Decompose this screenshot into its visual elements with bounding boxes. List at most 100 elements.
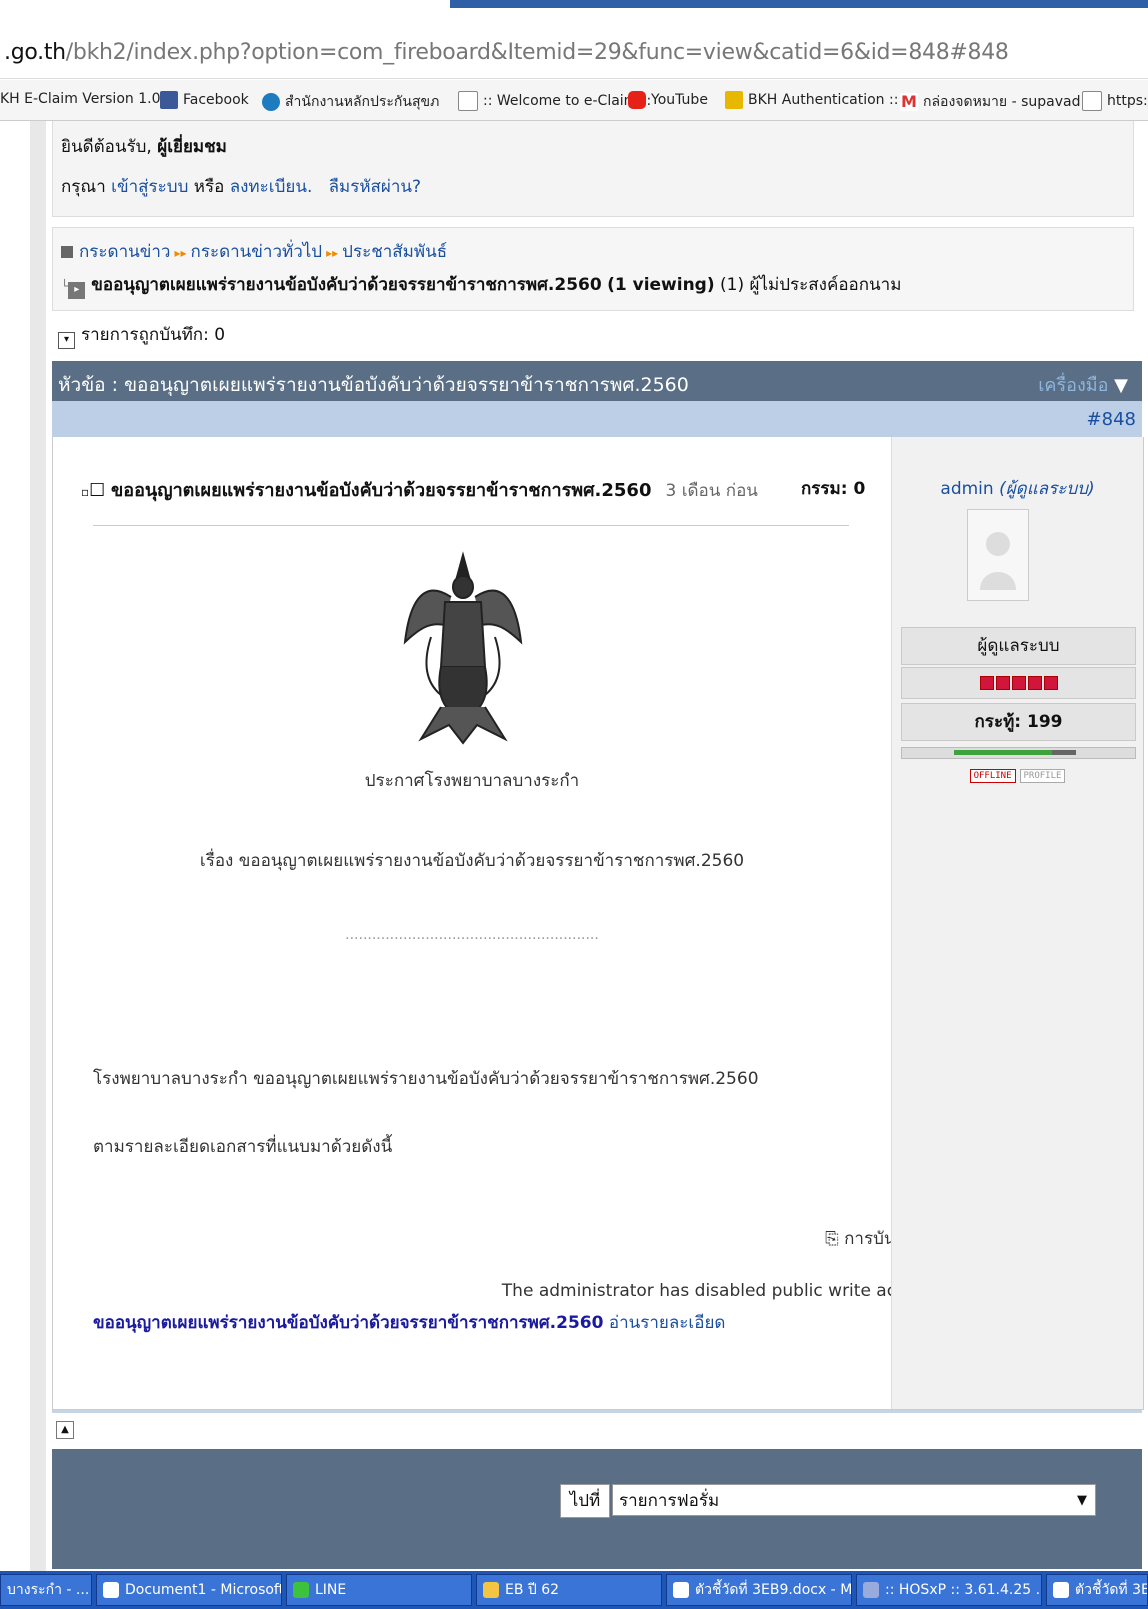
arrow-icon: ▸▸ [174,246,187,260]
url-host: .go.th [4,40,66,65]
bookmark-gmail[interactable]: M กล่องจดหมาย - supavad [900,91,1080,113]
activity-rest [1052,750,1076,755]
breadcrumb-general[interactable]: กระดานข่าวทั่วไป [191,242,323,262]
gmail-icon: M [900,92,918,111]
taskbar-item[interactable]: ตัวชี้วัดที่ 3EB9.docx - Mi... [666,1574,852,1606]
forum-footer: ไปที่ รายการฟอรั่ม ▼ [52,1449,1142,1569]
avatar[interactable] [967,509,1029,601]
taskbar-label: Document1 - Microsoft ... [125,1582,282,1598]
subject-line: เรื่อง ขออนุญาตเผยแพร่รายงานข้อบังคับว่า… [199,851,745,871]
select-value: รายการฟอรั่ม [619,1491,720,1511]
taskbar-label: บางระกำ - ... [7,1582,90,1598]
active-tab[interactable] [450,0,1148,8]
taskbar-item[interactable]: ตัวชี้วัดที่ 3E [1046,1574,1148,1606]
bookmark-label: สำนักงานหลักประกันสุขภ [285,94,440,110]
guest-count: (1) ผู้ไม่ประสงค์ออกนาม [720,275,902,295]
attachment-line: ขออนุญาตเผยแพร่รายงานข้อบังคับว่าด้วยจรร… [93,1309,725,1336]
author-rank: ผู้ดูแลระบบ [901,627,1136,665]
write-disabled-note: The administrator has disabled public wr… [501,1281,939,1301]
profile-button[interactable]: PROFILE [1019,769,1066,783]
welcome-box: ยินดีต้อนรับ, ผู้เยี่ยมชม กรุณา เข้าสู่ร… [52,121,1134,217]
bookmark-facebook[interactable]: Facebook [160,91,249,109]
breadcrumb-path: กระดานข่าว ▸▸ กระดานข่าวทั่วไป ▸▸ ประชาสัมพั… [61,238,447,265]
nhso-icon [262,93,280,111]
word-icon [103,1582,119,1598]
divider [93,525,849,526]
bookmark-label: KH E-Claim Version 1.0 [0,91,161,107]
lock-icon [725,91,743,109]
post-icon: ▫ [81,485,90,499]
taskbar-item[interactable]: บางระกำ - ... [0,1574,92,1606]
chevron-down-icon: ▼ [1114,375,1128,396]
hosxp-icon [863,1582,879,1598]
dropdown-icon[interactable]: ▾ [58,332,75,349]
bookmark-bkh-auth[interactable]: BKH Authentication :: Pl [725,91,915,109]
post-body: ▫☐ ขออนุญาตเผยแพร่รายงานข้อบังคับว่าด้วย… [53,437,891,1409]
welcome-line: ยินดีต้อนรับ, ผู้เยี่ยมชม [61,133,227,160]
bookmark-https[interactable]: https:/ [1082,91,1148,111]
tools-menu[interactable]: เครื่องมือ ▼ [1038,370,1128,399]
status-badges: OFFLINE PROFILE [892,769,1143,783]
taskbar-label: EB ปี 62 [505,1582,560,1598]
author-panel: admin (ผู้ดูแลระบบ) ผู้ดูแลระบบ กระทู้: … [891,437,1143,1409]
bookmark-eclaim[interactable]: KH E-Claim Version 1.0 [0,91,160,107]
taskbar-item[interactable]: Document1 - Microsoft ... [96,1574,282,1606]
breadcrumb-pr[interactable]: ประชาสัมพันธ์ [342,242,447,262]
register-link[interactable]: ลงทะเบียน. [230,177,313,197]
bookmark-welcome-eclaim[interactable]: :: Welcome to e-Claim :: [458,91,651,111]
post-anchor-link[interactable]: #848 [1087,409,1136,430]
goto-button[interactable]: ไปที่ [560,1484,610,1518]
visitor-label: ผู้เยี่ยมชม [157,137,227,157]
folder-icon [483,1582,499,1598]
scroll-top-icon[interactable]: ▲ [56,1421,74,1439]
taskbar-label: ตัวชี้วัดที่ 3EB9.docx - Mi... [695,1582,852,1598]
announcement-heading: ประกาศโรงพยาบาลบางระกำ [364,771,580,791]
bookmark-youtube[interactable]: YouTube [628,91,708,109]
karma: กรรม: 0 [801,479,866,499]
address-bar[interactable]: .go.th/bkh2/index.php?option=com_fireboa… [0,10,1148,79]
topic-name: ขออนุญาตเผยแพร่รายงานข้อบังคับว่าด้วยจรร… [91,275,602,295]
topic-header: หัวข้อ : ขออนุญาตเผยแพร่รายงานข้อบังคับว… [52,361,1142,401]
line-icon [293,1582,309,1598]
taskbar-label: ตัวชี้วัดที่ 3E [1075,1582,1148,1598]
dotted-line: ........................................… [345,927,599,943]
greeting: ยินดีต้อนรับ, [61,137,152,157]
attachment-title[interactable]: ขออนุญาตเผยแพร่รายงานข้อบังคับว่าด้วยจรร… [93,1313,603,1333]
chevron-down-icon: ▼ [1077,1493,1087,1508]
author-link[interactable]: admin [940,479,993,499]
saved-items[interactable]: ▾ รายการถูกบันทึก: 0 [58,321,225,349]
url-path: /bkh2/index.php?option=com_fireboard&Ite… [65,40,1009,65]
login-link[interactable]: เข้าสู่ระบบ [111,177,188,197]
taskbar: บางระกำ - ... Document1 - Microsoft ... … [0,1571,1148,1609]
facebook-icon [160,91,178,109]
bookmark-nhso[interactable]: สำนักงานหลักประกันสุขภ [262,91,439,113]
forgot-password-link[interactable]: ลืมรหัสผ่าน? [329,177,422,197]
viewing-count: (1 viewing) [607,275,715,295]
page-icon [458,91,478,111]
taskbar-item[interactable]: LINE [286,1574,472,1606]
breadcrumb: กระดานข่าว ▸▸ กระดานข่าวทั่วไป ▸▸ ประชาสัมพั… [52,227,1134,311]
taskbar-label: :: HOSxP :: 3.61.4.25 ... [885,1582,1042,1598]
body-paragraph-2: ตามรายละเอียดเอกสารที่แนบมาด้วยดังนี้ [93,1137,393,1157]
url-text[interactable]: .go.th/bkh2/index.php?option=com_fireboa… [4,40,1009,65]
bookmark-label: :: Welcome to e-Claim :: [483,93,652,109]
divider [52,1410,1142,1413]
breadcrumb-forum[interactable]: กระดานข่าว [79,242,170,262]
gutter-bar [30,121,46,1571]
taskbar-item[interactable]: EB ปี 62 [476,1574,662,1606]
read-more-link[interactable]: อ่านรายละเอียด [609,1313,726,1333]
post-title-row: ▫☐ ขออนุญาตเผยแพร่รายงานข้อบังคับว่าด้วย… [81,480,758,501]
bookmarks-bar: KH E-Claim Version 1.0 Facebook สำนักงาน… [0,80,1148,121]
post-id-bar: #848 [52,401,1142,437]
left-gutter [0,121,52,1571]
bookmark-icon: ⎘ [825,1229,839,1249]
offline-badge: OFFLINE [969,769,1016,783]
activity-fill [954,750,1052,755]
forum-jump-select[interactable]: รายการฟอรั่ม ▼ [612,1484,1096,1516]
topic-title: หัวข้อ : ขออนุญาตเผยแพร่รายงานข้อบังคับว… [58,374,689,396]
bookmark-label: BKH Authentication :: Pl [748,92,916,108]
body-paragraph-1: โรงพยาบาลบางระกำ ขออนุญาตเผยแพร่รายงานข้… [93,1069,759,1089]
taskbar-item[interactable]: :: HOSxP :: 3.61.4.25 ... [856,1574,1042,1606]
bookmark-label: https:/ [1107,93,1148,109]
breadcrumb-topic: └ ▸ ขออนุญาตเผยแพร่รายงานข้อบังคับว่าด้วยจ… [61,271,901,299]
